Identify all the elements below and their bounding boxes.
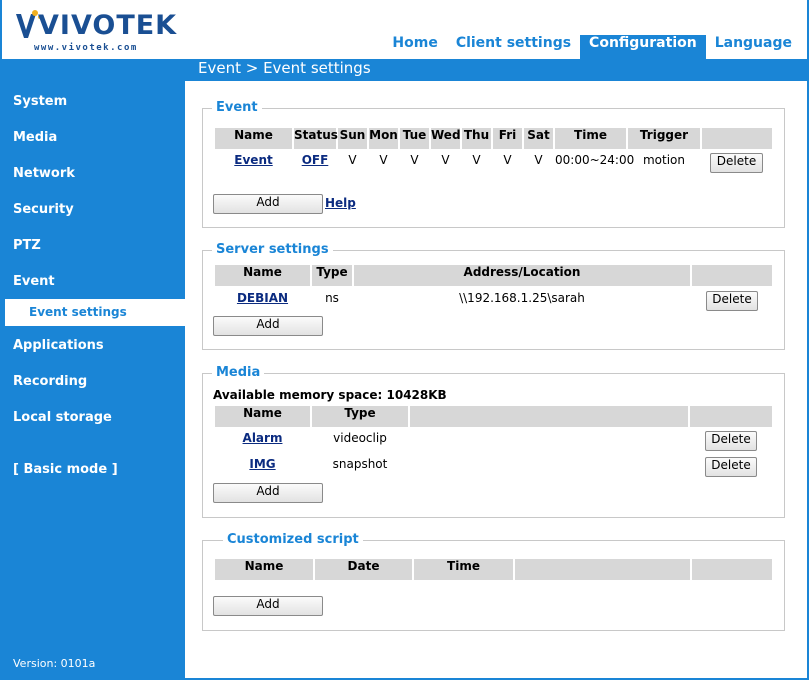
event-header-sat: Sat: [524, 128, 553, 149]
event-header-sun: Sun: [338, 128, 367, 149]
event-header-trigger: Trigger: [628, 128, 700, 149]
event-section: Event Name Status Sun Mon Tue Wed Thu Fr…: [202, 100, 785, 228]
script-header-blank: [515, 559, 690, 580]
server-header-actions: [692, 265, 772, 286]
sidebar-item-ptz[interactable]: PTZ: [13, 238, 41, 253]
media-legend: Media: [212, 365, 265, 380]
vivotek-logo[interactable]: VIVOTEK www.vivotek.com: [14, 8, 176, 56]
event-header-wed: Wed: [431, 128, 461, 149]
logo-url: www.vivotek.com: [34, 43, 138, 53]
media-header-actions: [690, 406, 772, 427]
sidebar-subitem-event-settings[interactable]: Event settings: [5, 299, 185, 326]
nav-home[interactable]: Home: [383, 35, 446, 59]
media-add-button[interactable]: Add: [213, 483, 323, 503]
event-day-thu: V: [472, 153, 481, 167]
server-header-address: Address/Location: [354, 265, 690, 286]
script-section: Customized script Name Date Time Add: [202, 532, 785, 631]
logo-text: VIVOTEK: [38, 10, 178, 41]
sidebar-item-media[interactable]: Media: [13, 130, 57, 145]
event-time: 00:00~24:00: [555, 153, 635, 167]
sidebar-item-applications[interactable]: Applications: [13, 338, 104, 353]
sidebar-subitem-label: Event settings: [29, 305, 127, 319]
sidebar-item-network[interactable]: Network: [13, 166, 75, 181]
server-add-button[interactable]: Add: [213, 316, 323, 336]
server-name-link[interactable]: DEBIAN: [215, 291, 310, 305]
media-section: Media Available memory space: 10428KB Na…: [202, 365, 785, 518]
server-legend: Server settings: [212, 242, 333, 257]
event-header-thu: Thu: [462, 128, 491, 149]
event-status-link[interactable]: OFF: [294, 153, 336, 167]
server-header-name: Name: [215, 265, 310, 286]
media-name-link-img[interactable]: IMG: [215, 457, 310, 471]
title-bar: [0, 59, 809, 81]
sidebar-item-recording[interactable]: Recording: [13, 374, 87, 389]
script-legend: Customized script: [223, 532, 363, 547]
server-address: \\192.168.1.25\sarah: [459, 291, 585, 305]
script-header-name: Name: [215, 559, 313, 580]
media-type-img: snapshot: [332, 457, 388, 471]
event-name-link[interactable]: Event: [215, 153, 292, 167]
sidebar-item-system[interactable]: System: [13, 94, 67, 109]
server-section: Server settings Name Type Address/Locati…: [202, 242, 785, 350]
event-header-mon: Mon: [369, 128, 398, 149]
event-add-button[interactable]: Add: [213, 194, 323, 214]
version-label: Version: 0101a: [13, 657, 96, 670]
media-type-alarm: videoclip: [333, 431, 387, 445]
breadcrumb: Event > Event settings: [198, 59, 371, 77]
media-delete-button-img[interactable]: Delete: [705, 457, 757, 477]
script-add-button[interactable]: Add: [213, 596, 323, 616]
event-day-tue: V: [410, 153, 419, 167]
event-day-mon: V: [379, 153, 388, 167]
media-header-type: Type: [312, 406, 408, 427]
event-header-fri: Fri: [493, 128, 522, 149]
event-trigger: motion: [642, 153, 686, 167]
nav-client-settings[interactable]: Client settings: [447, 35, 580, 59]
media-name-link-alarm[interactable]: Alarm: [215, 431, 310, 445]
script-header-time: Time: [414, 559, 513, 580]
top-nav: Home Client settings Configuration Langu…: [383, 35, 801, 59]
nav-configuration[interactable]: Configuration: [580, 35, 706, 59]
media-header-name: Name: [215, 406, 310, 427]
sidebar: System Media Network Security PTZ Event …: [0, 81, 185, 680]
event-day-fri: V: [503, 153, 512, 167]
script-header-actions: [692, 559, 772, 580]
event-header-time: Time: [555, 128, 626, 149]
event-header-tue: Tue: [400, 128, 429, 149]
memory-space-label: Available memory space: 10428KB: [213, 388, 447, 402]
event-header-name: Name: [215, 128, 292, 149]
help-link[interactable]: Help: [325, 196, 356, 210]
server-delete-button[interactable]: Delete: [706, 291, 758, 311]
event-day-sat: V: [534, 153, 543, 167]
event-day-wed: V: [441, 153, 450, 167]
sidebar-item-security[interactable]: Security: [13, 202, 74, 217]
event-header-status: Status: [294, 128, 338, 149]
server-header-type: Type: [312, 265, 352, 286]
nav-language[interactable]: Language: [706, 35, 801, 59]
event-day-sun: V: [348, 153, 357, 167]
event-delete-button[interactable]: Delete: [710, 153, 763, 173]
event-header-actions: [702, 128, 772, 149]
sidebar-item-local-storage[interactable]: Local storage: [13, 410, 112, 425]
event-legend: Event: [212, 100, 262, 115]
media-header-blank: [410, 406, 688, 427]
sidebar-item-basic-mode[interactable]: [ Basic mode ]: [13, 462, 118, 477]
script-header-date: Date: [315, 559, 412, 580]
media-delete-button-alarm[interactable]: Delete: [705, 431, 757, 451]
sidebar-item-event[interactable]: Event: [13, 274, 55, 289]
server-type: ns: [325, 291, 339, 305]
